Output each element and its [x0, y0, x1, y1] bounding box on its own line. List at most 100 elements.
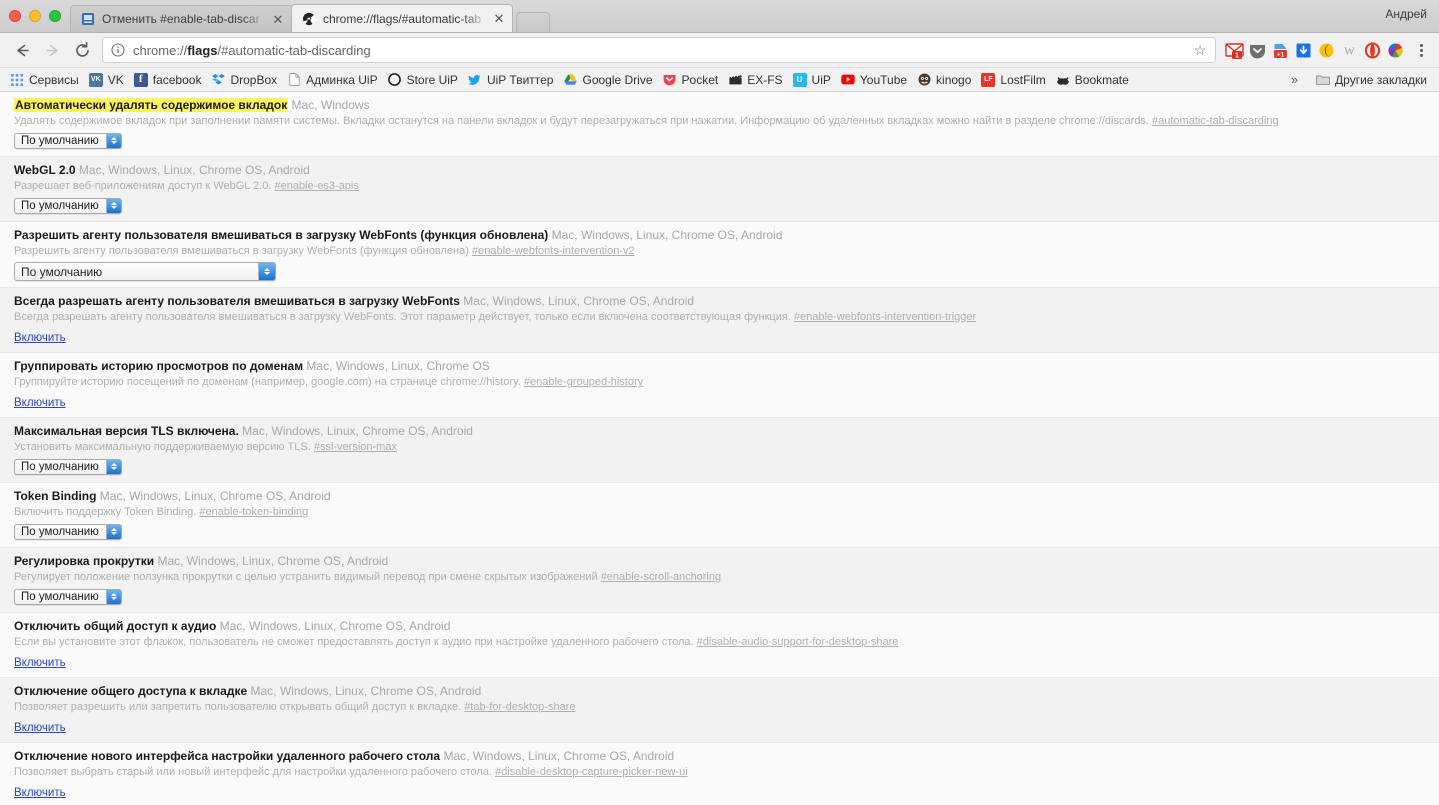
flag-permalink[interactable]: #enable-grouped-history [524, 376, 643, 388]
flag-description: Удалять содержимое вкладок при заполнени… [14, 114, 1425, 128]
back-icon[interactable] [8, 36, 36, 64]
pocket-icon [663, 73, 677, 87]
close-window-button[interactable] [9, 9, 21, 22]
film-clapper-icon [728, 73, 742, 87]
bookmark-item-admin-uip[interactable]: Админка UiP [283, 71, 383, 89]
flag-platforms: Mac, Windows, Linux, Chrome OS [306, 359, 490, 373]
flag-description-text: Регулирует положение ползунка прокрутки … [14, 571, 598, 583]
flag-permalink[interactable]: #enable-scroll-anchoring [601, 571, 721, 583]
address-bar[interactable]: chrome://flags/#automatic-tab-discarding… [102, 37, 1216, 63]
reload-icon[interactable] [68, 36, 96, 64]
opera-extension-icon[interactable] [1362, 40, 1382, 60]
flag-permalink[interactable]: #enable-token-binding [199, 506, 308, 518]
tab-1[interactable]: chrome://flags/#automatic-tab ✕ [291, 4, 513, 32]
bookmark-item-apps[interactable]: Сервисы [6, 71, 85, 89]
flag-permalink[interactable]: #tab-for-desktop-share [464, 701, 575, 713]
flag-select[interactable]: По умолчанию [14, 132, 122, 149]
maximize-window-button[interactable] [49, 9, 61, 22]
bookmark-item-other-bookmarks[interactable]: Другие закладки [1312, 71, 1433, 89]
bookmark-item-uip[interactable]: U UiP [789, 71, 837, 89]
flag-platforms: Mac, Windows, Linux, Chrome OS, Android [242, 424, 473, 438]
bookmark-star-icon[interactable]: ☆ [1189, 42, 1211, 59]
browser-window: Отменить #enable-tab-discar ✕ chrome://f… [0, 0, 1439, 805]
close-icon[interactable]: ✕ [492, 12, 506, 26]
bookmark-item-dropbox[interactable]: DropBox [207, 71, 283, 89]
url-text[interactable]: chrome://flags/#automatic-tab-discarding [133, 43, 1189, 58]
apps-grid-icon [10, 73, 24, 87]
flag-enable-link[interactable]: Включить [14, 331, 66, 345]
bookmark-label: LostFilm [1000, 72, 1046, 87]
flag-select[interactable]: По умолчанию [14, 197, 122, 214]
flag-permalink[interactable]: #disable-desktop-capture-picker-new-ui [495, 766, 688, 778]
bookmarks-overflow-area: » Другие закладки [1287, 71, 1433, 89]
flag-select[interactable]: По умолчанию [14, 588, 122, 605]
google-plus-one-extension-icon[interactable]: +1 [1270, 40, 1290, 60]
bookmark-item-ex-fs[interactable]: EX-FS [724, 71, 788, 89]
flag-platforms: Mac, Windows, Linux, Chrome OS, Android [463, 294, 695, 308]
flag-permalink[interactable]: #enable-es3-apis [274, 180, 358, 192]
flag-description-text: Удалять содержимое вкладок при заполнени… [14, 115, 1149, 127]
forward-icon[interactable] [38, 36, 66, 64]
chrome-menu-icon[interactable] [1411, 39, 1431, 61]
chevron-updown-icon [105, 459, 121, 474]
gmail-extension-icon[interactable]: 1 [1224, 40, 1244, 60]
flag-permalink[interactable]: #enable-webfonts-intervention-v2 [472, 245, 635, 257]
flag-row: Отключение общего доступа к вкладке Mac,… [0, 678, 1439, 743]
new-tab-button[interactable] [516, 12, 550, 32]
wikipedia-extension-icon[interactable]: W [1339, 40, 1359, 60]
flag-row: WebGL 2.0 Mac, Windows, Linux, Chrome OS… [0, 157, 1439, 222]
flag-select[interactable]: По умолчанию [14, 262, 276, 281]
page-icon [80, 11, 96, 27]
flag-enable-link[interactable]: Включить [14, 786, 66, 800]
bookmark-item-bookmate[interactable]: Bookmate [1052, 71, 1135, 89]
youtube-icon [841, 73, 855, 87]
extension-icons: 1 +1 W [1224, 40, 1405, 60]
bookmark-item-google-drive[interactable]: Google Drive [559, 71, 658, 89]
flag-permalink[interactable]: #enable-webfonts-intervention-trigger [794, 311, 976, 323]
flag-platforms: Mac, Windows, Linux, Chrome OS, Android [551, 228, 783, 242]
flag-platforms: Mac, Windows, Linux, Chrome OS, Android [250, 684, 482, 698]
flag-platforms: Mac, Windows, Linux, Chrome OS, Android [157, 554, 389, 568]
flag-description-text: Установить максимальную поддерживаемую в… [14, 441, 311, 453]
bookmark-label: YouTube [859, 72, 908, 87]
svg-text:W: W [1344, 45, 1355, 57]
info-circle-icon[interactable] [110, 42, 126, 58]
flag-row: Всегда разрешать агенту пользователя вме… [0, 288, 1439, 353]
flag-control: Включить [14, 783, 1425, 801]
chevron-right-overflow-icon[interactable]: » [1287, 72, 1302, 87]
flag-title-text: WebGL 2.0 [14, 163, 76, 177]
color-wheel-extension-icon[interactable] [1385, 40, 1405, 60]
browser-toolbar: chrome://flags/#automatic-tab-discarding… [0, 33, 1439, 68]
bookmark-label: Другие закладки [1335, 72, 1427, 87]
flag-control: По умолчанию [14, 132, 1425, 150]
flag-select[interactable]: По умолчанию [14, 458, 122, 475]
bookmark-item-lostfilm[interactable]: LF LostFilm [977, 71, 1051, 89]
bookmark-item-store-uip[interactable]: Store UiP [384, 71, 464, 89]
pocket-extension-icon[interactable] [1247, 40, 1267, 60]
flag-permalink[interactable]: #disable-audio-support-for-desktop-share [697, 636, 899, 648]
uip-icon: U [792, 72, 807, 87]
download-extension-icon[interactable] [1293, 40, 1313, 60]
bookmark-item-facebook[interactable]: f facebook [130, 71, 208, 89]
moon-extension-icon[interactable] [1316, 40, 1336, 60]
flag-select[interactable]: По умолчанию [14, 523, 122, 540]
flag-enable-link[interactable]: Включить [14, 721, 66, 735]
bookmark-item-kinogo[interactable]: kinogo [913, 71, 977, 89]
flag-permalink[interactable]: #automatic-tab-discarding [1152, 115, 1279, 127]
flag-row: Регулировка прокрутки Mac, Windows, Linu… [0, 548, 1439, 613]
bookmark-item-vk[interactable]: VK VK [85, 71, 130, 89]
flag-permalink[interactable]: #ssl-version-max [314, 441, 397, 453]
minimize-window-button[interactable] [29, 9, 41, 22]
bookmark-item-uip-twitter[interactable]: UiP Твиттер [464, 71, 560, 89]
flag-title: Регулировка прокрутки Mac, Windows, Linu… [14, 555, 1425, 568]
tab-0[interactable]: Отменить #enable-tab-discar ✕ [70, 5, 292, 32]
flag-enable-link[interactable]: Включить [14, 396, 66, 410]
profile-name[interactable]: Андрей [1385, 7, 1427, 21]
flag-enable-link[interactable]: Включить [14, 656, 66, 670]
flag-title-text: Всегда разрешать агенту пользователя вме… [14, 294, 460, 308]
close-icon[interactable]: ✕ [271, 12, 285, 26]
bookmark-item-pocket[interactable]: Pocket [659, 71, 725, 89]
bookmark-item-youtube[interactable]: YouTube [837, 71, 913, 89]
dropbox-icon [211, 73, 225, 87]
flag-platforms: Mac, Windows, Linux, Chrome OS, Android [99, 489, 331, 503]
